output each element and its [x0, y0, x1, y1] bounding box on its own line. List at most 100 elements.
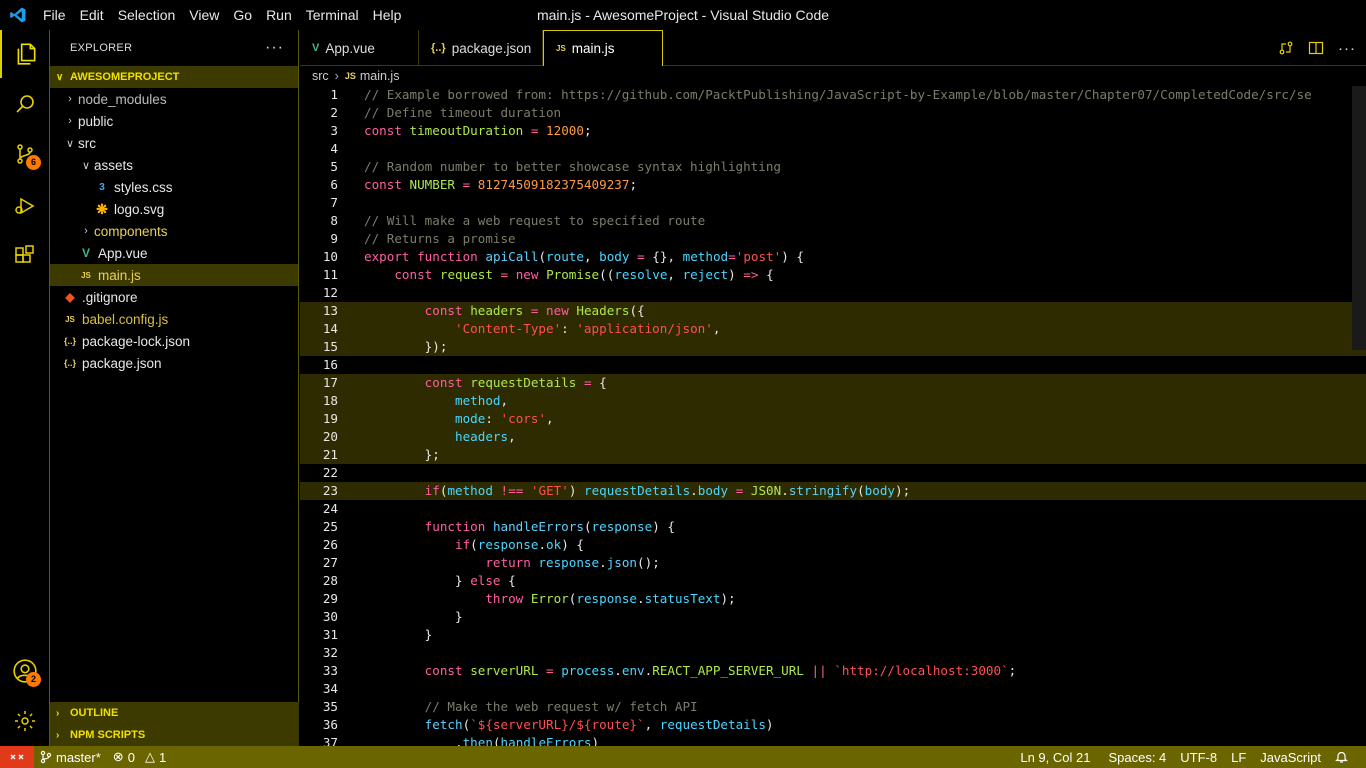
npm-scripts-section[interactable]: › NPM SCRIPTS	[50, 724, 299, 746]
code-line[interactable]: 33 const serverURL = process.env.REACT_A…	[300, 662, 1366, 680]
compare-changes-icon[interactable]	[1278, 40, 1294, 56]
code-line[interactable]: 18 method,	[300, 392, 1366, 410]
code-line[interactable]: 19 mode: 'cors',	[300, 410, 1366, 428]
code-line[interactable]: 12	[300, 284, 1366, 302]
tree-item-gitignore[interactable]: ◆ .gitignore	[50, 286, 298, 308]
encoding[interactable]: UTF-8	[1174, 750, 1223, 765]
menu-file[interactable]: File	[36, 0, 73, 30]
code-line[interactable]: 31 }	[300, 626, 1366, 644]
tree-item-components[interactable]: › components	[50, 220, 298, 242]
code-line[interactable]: 26 if(response.ok) {	[300, 536, 1366, 554]
code-line[interactable]: 6 const NUMBER = 81274509182375409237;	[300, 176, 1366, 194]
code-line[interactable]: 9 // Returns a promise	[300, 230, 1366, 248]
manage-activity-button[interactable]	[0, 697, 50, 745]
code-line[interactable]: 35 // Make the web request w/ fetch API	[300, 698, 1366, 716]
menu-view[interactable]: View	[182, 0, 226, 30]
breadcrumb-folder[interactable]: src	[312, 69, 329, 83]
code-line[interactable]: 1 // Example borrowed from: https://githu…	[300, 86, 1366, 104]
code-line[interactable]: 23 if(method !== 'GET') requestDetails.b…	[300, 482, 1366, 500]
language-mode[interactable]: JavaScript	[1254, 750, 1327, 765]
tree-item-app-vue[interactable]: V App.vue	[50, 242, 298, 264]
split-editor-icon[interactable]	[1308, 40, 1324, 56]
tree-item-babel-config[interactable]: JS babel.config.js	[50, 308, 298, 330]
line-number: 28	[322, 573, 338, 588]
tree-item-styles-css[interactable]: 3 styles.css	[50, 176, 298, 198]
notifications-bell-icon[interactable]	[1329, 750, 1354, 764]
end-of-line[interactable]: LF	[1225, 750, 1252, 765]
menu-terminal[interactable]: Terminal	[299, 0, 366, 30]
chevron-right-icon: ›	[334, 69, 339, 83]
tab-main-js[interactable]: JS main.js	[543, 30, 663, 66]
branch-status[interactable]: master*	[34, 750, 107, 765]
explorer-activity-button[interactable]	[0, 30, 50, 78]
code-text: }	[424, 627, 433, 642]
code-line[interactable]: 21 };	[300, 446, 1366, 464]
code-line[interactable]: 11 const request = new Promise((resolve,…	[300, 266, 1366, 284]
menu-go[interactable]: Go	[226, 0, 259, 30]
menu-help[interactable]: Help	[366, 0, 409, 30]
line-number: 34	[322, 681, 338, 696]
editor-scrollbar[interactable]	[1352, 86, 1366, 350]
outline-section[interactable]: › OUTLINE	[50, 702, 299, 724]
code-line[interactable]: 17 const requestDetails = {	[300, 374, 1366, 392]
tab-app-vue[interactable]: V App.vue	[300, 30, 419, 66]
code-text: return response.json();	[485, 555, 660, 570]
code-line[interactable]: 20 headers,	[300, 428, 1366, 446]
indentation[interactable]: Spaces: 4	[1102, 750, 1172, 765]
source-control-activity-button[interactable]: 6	[0, 130, 50, 178]
code-line[interactable]: 5 // Random number to better showcase syn…	[300, 158, 1366, 176]
run-debug-activity-button[interactable]	[0, 182, 50, 230]
code-line[interactable]: 15 });	[300, 338, 1366, 356]
tree-item-public[interactable]: › public	[50, 110, 298, 132]
cursor-position[interactable]: Ln 9, Col 21	[1014, 750, 1096, 765]
code-line[interactable]: 34	[300, 680, 1366, 698]
menu-run[interactable]: Run	[259, 0, 299, 30]
code-line[interactable]: 7	[300, 194, 1366, 212]
code-line[interactable]: 10 export function apiCall(route, body = …	[300, 248, 1366, 266]
code-line[interactable]: 14 'Content-Type': 'application/json',	[300, 320, 1366, 338]
remote-indicator[interactable]	[0, 746, 34, 768]
tree-item-node-modules[interactable]: › node_modules	[50, 88, 298, 110]
tab-package-json[interactable]: {..} package.json	[419, 30, 543, 66]
code-line[interactable]: 22	[300, 464, 1366, 482]
problems-status[interactable]: ⊗ 0 △ 1	[107, 749, 172, 765]
breadcrumb-file[interactable]: main.js	[360, 69, 400, 83]
tree-item-label: main.js	[98, 267, 141, 283]
tree-item-main-js[interactable]: JS main.js	[50, 264, 298, 286]
line-number: 12	[322, 285, 338, 300]
tree-item-assets[interactable]: ∨ assets	[50, 154, 298, 176]
code-line[interactable]: 4	[300, 140, 1366, 158]
more-actions-icon[interactable]: ···	[1338, 40, 1356, 57]
code-line[interactable]: 24	[300, 500, 1366, 518]
code-line[interactable]: 29 throw Error(response.statusText);	[300, 590, 1366, 608]
code-line[interactable]: 25 function handleErrors(response) {	[300, 518, 1366, 536]
code-line[interactable]: 3 const timeoutDuration = 12000;	[300, 122, 1366, 140]
outline-header: › OUTLINE	[50, 702, 299, 724]
tree-item-src[interactable]: ∨ src	[50, 132, 298, 154]
project-section-header[interactable]: ∨ AWESOMEPROJECT	[50, 66, 298, 88]
tree-item-package-lock[interactable]: {..} package-lock.json	[50, 330, 298, 352]
code-text: 'Content-Type': 'application/json',	[455, 321, 721, 336]
code-line[interactable]: 32	[300, 644, 1366, 662]
menu-edit[interactable]: Edit	[73, 0, 111, 30]
code-line[interactable]: 30 }	[300, 608, 1366, 626]
code-line[interactable]: 8 // Will make a web request to specified…	[300, 212, 1366, 230]
code-line[interactable]: 28 } else {	[300, 572, 1366, 590]
tree-item-package-json[interactable]: {..} package.json	[50, 352, 298, 374]
code-line[interactable]: 37 .then(handleErrors)	[300, 734, 1366, 746]
tree-item-label: logo.svg	[114, 201, 165, 217]
code-line[interactable]: 36 fetch(`${serverURL}/${route}`, reques…	[300, 716, 1366, 734]
code-line[interactable]: 13 const headers = new Headers({	[300, 302, 1366, 320]
more-actions-icon[interactable]: ···	[265, 39, 284, 57]
menu-selection[interactable]: Selection	[111, 0, 183, 30]
extensions-activity-button[interactable]	[0, 232, 50, 280]
search-activity-button[interactable]	[0, 80, 50, 128]
line-number: 10	[322, 249, 338, 264]
accounts-activity-button[interactable]: 2	[0, 647, 50, 695]
code-line[interactable]: 2 // Define timeout duration	[300, 104, 1366, 122]
line-number: 26	[322, 537, 338, 552]
code-editor[interactable]: 1 // Example borrowed from: https://githu…	[300, 86, 1366, 746]
tree-item-logo-svg[interactable]: ❋ logo.svg	[50, 198, 298, 220]
code-line[interactable]: 16	[300, 356, 1366, 374]
code-line[interactable]: 27 return response.json();	[300, 554, 1366, 572]
